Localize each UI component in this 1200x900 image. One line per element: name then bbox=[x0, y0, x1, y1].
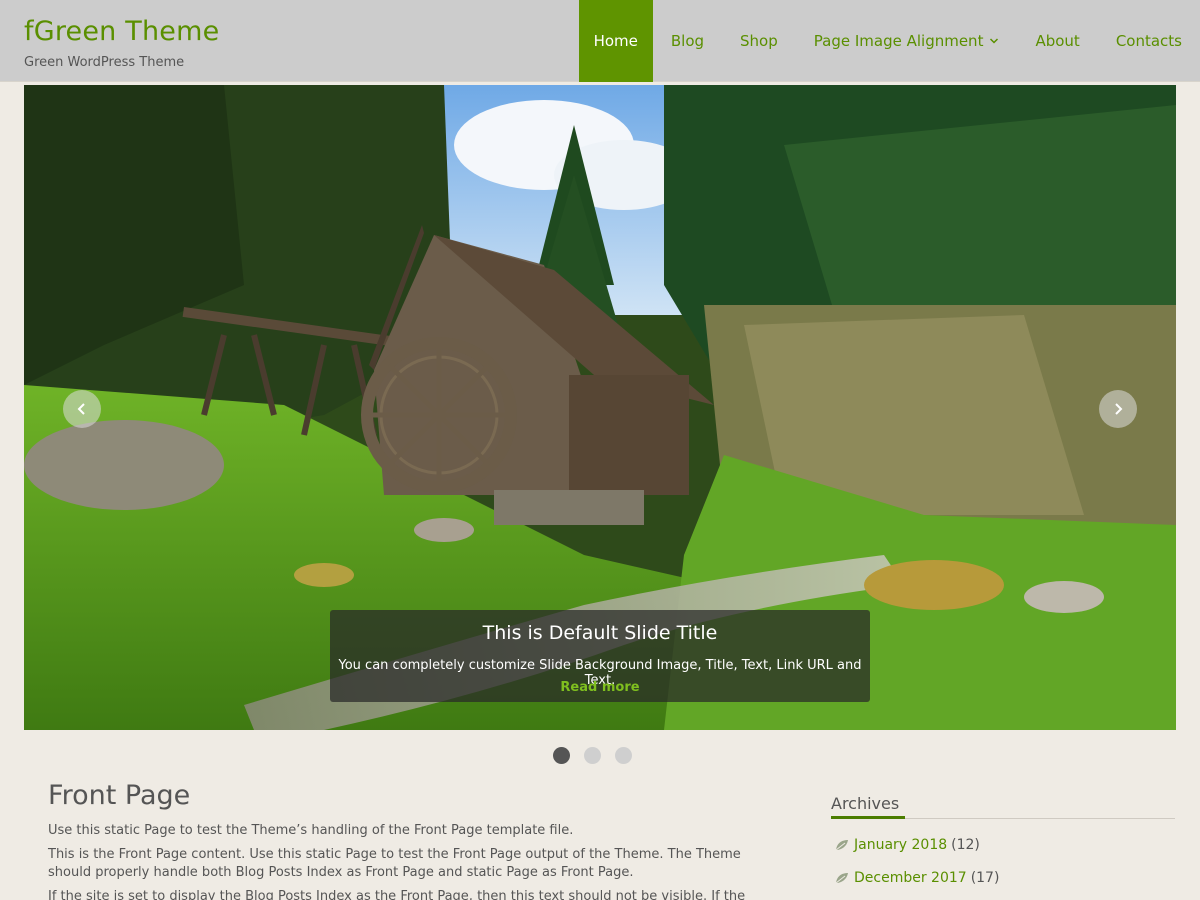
leaf-icon bbox=[835, 873, 848, 884]
archives-widget-title: Archives bbox=[831, 794, 900, 813]
slider-dot-1[interactable] bbox=[553, 747, 570, 764]
nav-item-home[interactable]: Home bbox=[578, 0, 653, 82]
main-navigation: Home Blog Shop Page Image Alignment Abou… bbox=[578, 0, 1200, 82]
archive-link[interactable]: December 2017 bbox=[854, 870, 967, 886]
content-paragraph: This is the Front Page content. Use this… bbox=[48, 847, 741, 880]
slide-title: This is Default Slide Title bbox=[482, 622, 718, 644]
chevron-left-icon bbox=[77, 403, 85, 415]
nav-item-blog[interactable]: Blog bbox=[653, 0, 722, 82]
content-paragraph: Use this static Page to test the Theme’s… bbox=[48, 823, 574, 838]
page-title: Front Page bbox=[48, 780, 191, 811]
archive-item: January 2018 (12) bbox=[835, 837, 980, 853]
nav-item-contacts[interactable]: Contacts bbox=[1098, 0, 1200, 82]
slider-pagination bbox=[553, 747, 632, 764]
site-title[interactable]: fGreen Theme bbox=[24, 16, 219, 47]
content-paragraph: If the site is set to display the Blog P… bbox=[48, 889, 746, 900]
leaf-icon bbox=[835, 840, 848, 851]
slider-dot-2[interactable] bbox=[584, 747, 601, 764]
slider-dot-3[interactable] bbox=[615, 747, 632, 764]
nav-item-page-image-alignment[interactable]: Page Image Alignment bbox=[796, 0, 1018, 82]
nav-item-about[interactable]: About bbox=[1017, 0, 1097, 82]
chevron-down-icon bbox=[990, 38, 999, 44]
slider-next-button[interactable] bbox=[1099, 390, 1137, 428]
archive-count: (17) bbox=[970, 870, 1000, 886]
widget-divider-accent bbox=[831, 816, 905, 819]
slide-read-more-link[interactable]: Read more bbox=[330, 680, 870, 695]
archive-count: (12) bbox=[951, 837, 980, 853]
archive-link[interactable]: January 2018 bbox=[854, 837, 947, 853]
slider-prev-button[interactable] bbox=[63, 390, 101, 428]
site-header: fGreen Theme Green WordPress Theme Home … bbox=[0, 0, 1200, 82]
site-description: Green WordPress Theme bbox=[24, 55, 185, 70]
slide-caption: This is Default Slide Title You can comp… bbox=[330, 610, 870, 702]
archive-item: December 2017 (17) bbox=[835, 870, 999, 886]
nav-item-label: Page Image Alignment bbox=[813, 32, 984, 50]
image-slider[interactable]: This is Default Slide Title You can comp… bbox=[24, 85, 1176, 730]
nav-item-shop[interactable]: Shop bbox=[722, 0, 796, 82]
chevron-right-icon bbox=[1115, 403, 1123, 415]
